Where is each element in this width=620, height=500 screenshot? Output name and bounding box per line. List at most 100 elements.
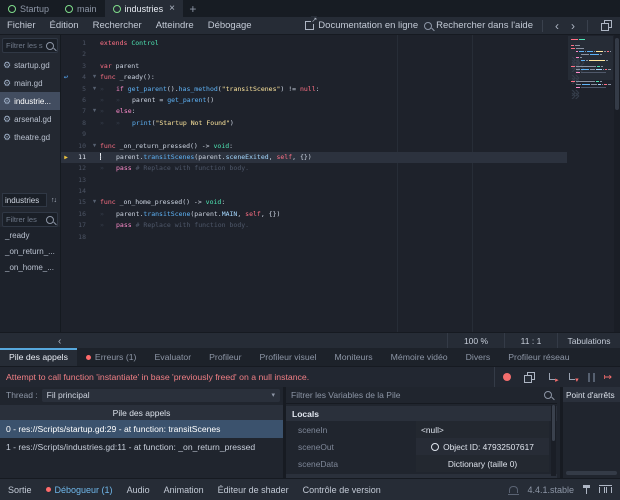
fold-arrow-icon[interactable]: ▼ (89, 197, 100, 208)
script-list-item[interactable]: ⚙industrie... (0, 92, 60, 110)
code-line[interactable]: 14 (61, 186, 567, 197)
breakpoint-gutter[interactable] (61, 95, 71, 106)
continue-icon[interactable]: ↦ (604, 373, 612, 382)
script-list-item[interactable]: ⚙main.gd (0, 74, 60, 92)
breakpoint-gutter[interactable] (61, 197, 71, 208)
bottom-panel-d-bogueur-1-[interactable]: Débogueur (1) (46, 485, 113, 495)
code-line[interactable]: 5▼if get_parent().has_method("transitSce… (61, 84, 567, 95)
bottom-panel-audio[interactable]: Audio (127, 485, 150, 495)
expand-bottom-panel-icon[interactable] (599, 485, 612, 494)
breakpoint-gutter[interactable] (61, 38, 71, 49)
variable-value[interactable]: Object ID: 47932507617 (416, 438, 549, 455)
code-line[interactable]: 17pass # Replace with function body. (61, 220, 567, 231)
bottom-panel-animation[interactable]: Animation (164, 485, 204, 495)
code-line[interactable]: ↩4▼func _ready(): (61, 72, 567, 83)
pin-bottom-panel-icon[interactable] (586, 485, 587, 494)
scene-tab-main[interactable]: main (57, 0, 105, 17)
variable-row[interactable]: sceneOutObject ID: 47932507617 (286, 438, 557, 455)
debugger-tab-divers[interactable]: Divers (457, 348, 500, 366)
step-over-icon[interactable]: ▾ (568, 372, 579, 382)
chevron-left-icon[interactable]: ‹ (58, 336, 61, 347)
step-into-icon[interactable]: ▸ (548, 372, 559, 382)
fold-arrow-icon[interactable]: ▼ (89, 141, 100, 152)
code-line[interactable]: 7▼else: (61, 106, 567, 117)
variable-value[interactable]: Dictionary (taille 0) (416, 455, 549, 472)
minimap[interactable] (568, 36, 613, 332)
menu-fichier[interactable]: Fichier (7, 20, 36, 31)
filter-methods-input[interactable]: Filtrer les (2, 212, 58, 227)
code-line[interactable]: 1extends Control (61, 38, 567, 49)
breakpoint-gutter[interactable] (61, 209, 71, 220)
version-label[interactable]: 4.4.1.stable (527, 485, 574, 495)
debugger-tab-m-moire-vid-o[interactable]: Mémoire vidéo (382, 348, 457, 366)
code-line[interactable]: 12pass # Replace with function body. (61, 163, 567, 174)
debugger-tab-profileur-r-seau[interactable]: Profileur réseau (499, 348, 578, 366)
sort-methods-icon[interactable]: ↑↓ (47, 197, 60, 204)
editor-vertical-scrollbar[interactable] (614, 35, 620, 332)
add-scene-tab-button[interactable]: + (183, 0, 203, 17)
bottom-panel-sortie[interactable]: Sortie (8, 485, 32, 495)
debugger-tab-pile-des-appels[interactable]: Pile des appels (0, 348, 77, 366)
variable-row[interactable]: sceneIn<null> (286, 421, 557, 438)
bottom-panel-contr-le-de-version[interactable]: Contrôle de version (303, 485, 381, 495)
history-back-button[interactable]: ‹ (552, 19, 562, 33)
code-editor[interactable]: 1extends Control23var parent↩4▼func _rea… (61, 35, 620, 332)
fold-arrow-icon[interactable]: ▼ (89, 84, 100, 95)
breakpoint-gutter[interactable] (61, 186, 71, 197)
code-line[interactable]: 15▼func _on_home_pressed() -> void: (61, 197, 567, 208)
zoom-level[interactable]: 100 % (447, 333, 504, 349)
fold-arrow-icon[interactable]: ▼ (89, 72, 100, 83)
breakpoint-gutter[interactable] (61, 49, 71, 60)
stack-frame-row[interactable]: 1 - res://Scripts/industries.gd:11 - at … (0, 438, 283, 456)
filter-stack-variables-input[interactable]: Filtrer les Variables de la Pile (286, 387, 557, 404)
menu-rechercher[interactable]: Rechercher (93, 20, 142, 31)
code-line[interactable]: 10▼func _on_return_pressed() -> void: (61, 141, 567, 152)
debugger-tab-profileur[interactable]: Profileur (200, 348, 250, 366)
method-list-item[interactable]: _on_home_... (0, 259, 60, 275)
break-icon[interactable] (588, 373, 595, 382)
online-docs-button[interactable]: Documentation en ligne (305, 20, 418, 31)
variable-value[interactable]: <null> (416, 421, 549, 438)
copy-error-icon[interactable] (524, 372, 535, 383)
breakpoint-gutter[interactable] (61, 175, 71, 186)
indent-type[interactable]: Tabulations (557, 333, 620, 349)
fold-arrow-icon[interactable]: ▼ (89, 106, 100, 117)
bottom-panel--diteur-de-shader[interactable]: Éditeur de shader (218, 485, 289, 495)
menu-atteindre[interactable]: Atteindre (156, 20, 194, 31)
breakpoint-gutter[interactable] (61, 232, 71, 243)
skip-breakpoints-icon[interactable] (503, 373, 511, 381)
breakpoint-gutter[interactable] (61, 163, 71, 174)
script-list-item[interactable]: ⚙startup.gd (0, 56, 60, 74)
menu-debogage[interactable]: Débogage (208, 20, 252, 31)
code-line[interactable]: 13 (61, 175, 567, 186)
variables-scrollbar[interactable] (551, 405, 556, 476)
code-line[interactable]: 3var parent (61, 61, 567, 72)
method-list-item[interactable]: _ready (0, 227, 60, 243)
search-help-button[interactable]: Rechercher dans l'aide (424, 20, 533, 31)
breakpoints-scrollbar[interactable] (566, 471, 617, 475)
debugger-tab-profileur-visuel[interactable]: Profileur visuel (251, 348, 326, 366)
code-line[interactable]: 18 (61, 232, 567, 243)
code-line[interactable]: ▶11parent.transitScenes(parent.sceneExit… (61, 152, 567, 163)
breakpoint-gutter[interactable] (61, 84, 71, 95)
execution-arrow-icon[interactable]: ▶ (61, 152, 71, 163)
make-floating-icon[interactable] (601, 20, 612, 31)
scene-tab-startup[interactable]: Startup (0, 0, 57, 17)
breakpoint-gutter[interactable] (61, 106, 71, 117)
code-line[interactable]: 8print("Startup Not Found") (61, 118, 567, 129)
thread-dropdown[interactable]: Fil principal ▾ (42, 389, 280, 402)
breakpoint-gutter[interactable] (61, 118, 71, 129)
scene-tab-industries[interactable]: industries × (105, 0, 183, 17)
close-tab-icon[interactable]: × (169, 3, 175, 14)
debugger-tab-moniteurs[interactable]: Moniteurs (325, 348, 381, 366)
script-list-item[interactable]: ⚙theatre.gd (0, 128, 60, 146)
debugger-tab-erreurs-1-[interactable]: Erreurs (1) (77, 348, 146, 366)
method-list-item[interactable]: _on_return_... (0, 243, 60, 259)
breakpoint-gutter[interactable] (61, 61, 71, 72)
debugger-tab-evaluator[interactable]: Evaluator (145, 348, 200, 366)
script-list-item[interactable]: ⚙arsenal.gd (0, 110, 60, 128)
code-line[interactable]: 2 (61, 49, 567, 60)
breakpoint-gutter[interactable] (61, 141, 71, 152)
stack-frame-row[interactable]: 0 - res://Scripts/startup.gd:29 - at fun… (0, 420, 283, 438)
filter-scripts-input[interactable]: Filtrer les s (2, 38, 58, 53)
